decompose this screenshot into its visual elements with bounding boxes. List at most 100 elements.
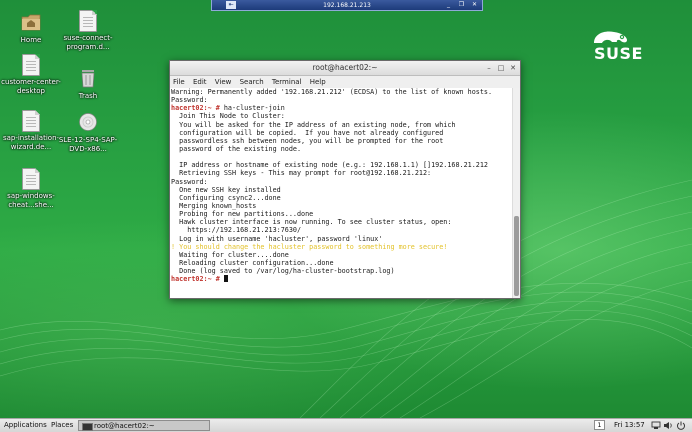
menu-terminal[interactable]: Terminal (272, 76, 302, 88)
desktop-icon-label: SLE-12-SP4-SAP-DVD-x86... (58, 136, 118, 153)
menu-edit[interactable]: Edit (193, 76, 207, 88)
maximize-icon[interactable]: □ (496, 63, 506, 73)
terminal-line: https://192.168.21.213:7630/ (171, 226, 513, 234)
terminal-text: Password: (171, 96, 208, 105)
terminal-line: Password: (171, 96, 513, 104)
network-icon[interactable] (651, 421, 661, 430)
desktop-icon-label: suse-connect-program.d... (63, 34, 113, 51)
desktop-icon-label: Home (20, 36, 42, 44)
terminal-line: configuration will be copied. If you hav… (171, 129, 513, 137)
terminal-text: Done (log saved to /var/log/ha-cluster-b… (171, 267, 395, 276)
desktop-icon-label: Trash (78, 92, 98, 100)
terminal-line: Done (log saved to /var/log/ha-cluster-b… (171, 267, 513, 275)
warning-text: ! You should change the hacluster passwo… (171, 242, 448, 251)
terminal-text: Merging known_hosts (171, 201, 257, 210)
terminal-line: Configuring csync2...done (171, 194, 513, 202)
terminal-text: passwordless ssh between nodes, you will… (171, 136, 444, 145)
document-icon (22, 54, 40, 76)
terminal-text: configuration will be copied. If you hav… (171, 128, 444, 137)
close-icon[interactable]: ✕ (508, 63, 518, 73)
terminal-line: Merging known_hosts (171, 202, 513, 210)
terminal-line: Probing for new partitions...done (171, 210, 513, 218)
terminal-text: One new SSH key installed (171, 185, 281, 194)
terminal-text: You will be asked for the IP address of … (171, 120, 456, 129)
terminal-text: Reloading cluster configuration...done (171, 258, 334, 267)
terminal-line: Join This Node to Cluster: (171, 112, 513, 120)
terminal-text: Probing for new partitions...done (171, 210, 314, 219)
desktop-icon-customer-center[interactable]: customer-center-desktop (1, 54, 61, 96)
restore-icon[interactable]: ❐ (457, 1, 466, 9)
terminal-line: Log in with username 'hacluster', passwo… (171, 235, 513, 243)
terminal-line: Waiting for cluster....done (171, 251, 513, 259)
volume-icon[interactable] (663, 421, 673, 430)
terminal-text: password of the existing node. (171, 144, 302, 153)
terminal-line: hacert02:~ # (171, 275, 513, 283)
terminal-text: Retrieving SSH keys - This may prompt fo… (171, 169, 432, 178)
terminal-text: Password: (171, 177, 208, 186)
terminal-text: Log in with username 'hacluster', passwo… (171, 234, 383, 243)
terminal-text: IP address or hostname of existing node … (171, 161, 488, 170)
remote-session-bar: ⇤ 192.168.21.213 _ ❐ ✕ (211, 0, 483, 11)
terminal-line: ! You should change the hacluster passwo… (171, 243, 513, 251)
desktop-icon-home[interactable]: Home (1, 10, 61, 45)
terminal-text: Hawk cluster interface is now running. T… (171, 218, 452, 227)
terminal-text: https://192.168.21.213:7630/ (171, 226, 302, 235)
terminal-titlebar[interactable]: root@hacert02:~ – □ ✕ (170, 61, 520, 76)
desktop-icon-label: sap-windows-cheat...she... (7, 192, 55, 209)
taskbar-terminal-button[interactable]: root@hacert02:~ (78, 420, 210, 431)
terminal-line: Password: (171, 178, 513, 186)
trash-icon (81, 70, 95, 88)
terminal-line: Hawk cluster interface is now running. T… (171, 218, 513, 226)
close-icon[interactable]: ✕ (470, 1, 479, 9)
disc-icon (79, 113, 97, 131)
terminal-text: Waiting for cluster....done (171, 250, 289, 259)
desktop-icon-sap-installation-wizard[interactable]: sap-installation-wizard.de... (1, 110, 61, 152)
applications-menu[interactable]: Applications (4, 421, 47, 430)
terminal-text: Warning: Permanently added '192.168.21.2… (171, 88, 493, 96)
suse-wordmark: SUSE (594, 44, 643, 63)
taskbar-label: root@hacert02:~ (94, 422, 155, 430)
minimize-icon[interactable]: – (484, 63, 494, 73)
text-cursor (223, 275, 228, 283)
document-icon (22, 168, 40, 190)
terminal-text: Join This Node to Cluster: (171, 112, 285, 121)
terminal-text: Configuring csync2...done (171, 193, 281, 202)
menu-view[interactable]: View (215, 76, 232, 88)
desktop-icon-label: customer-center-desktop (1, 78, 61, 95)
workspace-switcher[interactable]: 1 (594, 420, 605, 430)
desktop-icon-label: sap-installation-wizard.de... (2, 134, 60, 151)
desktop-icon-sap-windows-cheat-sheet[interactable]: sap-windows-cheat...she... (1, 168, 61, 210)
terminal-text: ha-cluster-join (223, 104, 285, 113)
terminal-window: root@hacert02:~ – □ ✕ File Edit View Sea… (169, 60, 521, 299)
shell-prompt: hacert02:~ # (171, 275, 224, 284)
remote-session-title: 192.168.21.213 (323, 2, 371, 9)
minimize-icon[interactable]: _ (444, 1, 453, 9)
document-icon (79, 10, 97, 32)
home-folder-icon (21, 14, 41, 31)
power-icon[interactable] (676, 421, 686, 430)
terminal-line: passwordless ssh between nodes, you will… (171, 137, 513, 145)
terminal-line: Warning: Permanently added '192.168.21.2… (171, 88, 513, 96)
suse-logo: SUSE (592, 30, 662, 63)
desktop-icon-trash[interactable]: Trash (58, 66, 118, 101)
menu-help[interactable]: Help (310, 76, 326, 88)
terminal-line: IP address or hostname of existing node … (171, 161, 513, 169)
terminal-line: Retrieving SSH keys - This may prompt fo… (171, 169, 513, 177)
shell-prompt: hacert02:~ # (171, 104, 224, 113)
terminal-line: One new SSH key installed (171, 186, 513, 194)
menu-file[interactable]: File (173, 76, 185, 88)
scrollbar-thumb[interactable] (514, 216, 519, 296)
terminal-icon (82, 423, 93, 431)
terminal-line: password of the existing node. (171, 145, 513, 153)
terminal-line: Reloading cluster configuration...done (171, 259, 513, 267)
terminal-line: You will be asked for the IP address of … (171, 121, 513, 129)
terminal-scrollbar[interactable] (512, 88, 520, 298)
clock[interactable]: Fri 13:57 (614, 421, 645, 430)
terminal-output[interactable]: Warning: Permanently added '192.168.21.2… (170, 88, 513, 298)
terminal-line: hacert02:~ # ha-cluster-join (171, 104, 513, 112)
desktop-icon-suse-connect[interactable]: suse-connect-program.d... (58, 10, 118, 52)
places-menu[interactable]: Places (51, 421, 73, 430)
desktop-icon-sle-dvd[interactable]: SLE-12-SP4-SAP-DVD-x86... (58, 110, 118, 154)
menu-search[interactable]: Search (240, 76, 264, 88)
